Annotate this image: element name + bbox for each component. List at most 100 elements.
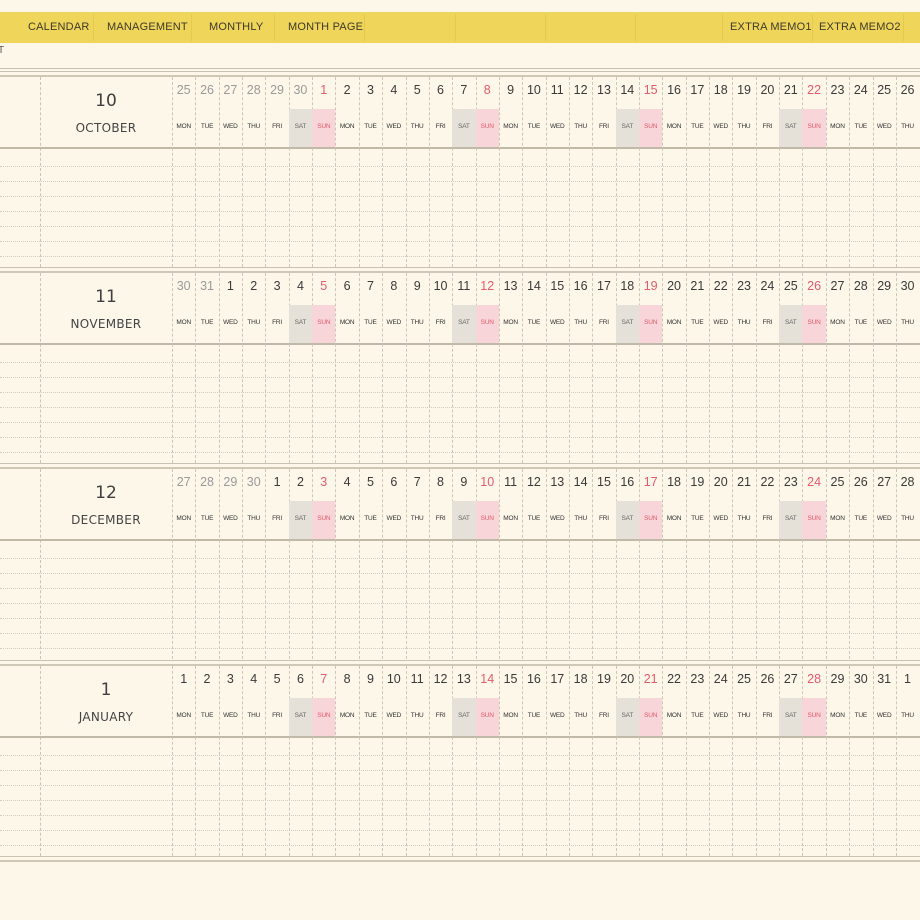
day-column[interactable]: 9 TUE	[358, 666, 382, 856]
day-column[interactable]: 3 SUN	[312, 469, 336, 659]
day-column[interactable]: 26 TUE	[849, 469, 872, 659]
day-column[interactable]: 16 TUE	[522, 666, 545, 856]
day-column[interactable]: 30 SAT	[288, 77, 313, 267]
day-column[interactable]: 6 SAT	[288, 666, 313, 856]
tab-monthly[interactable]: MONTHLY	[209, 12, 263, 43]
day-column[interactable]: 24 TUE	[849, 77, 872, 267]
day-column[interactable]: 2 SAT	[288, 469, 313, 659]
day-column[interactable]: 17 TUE	[685, 77, 709, 267]
day-column[interactable]: 8 SUN	[475, 77, 499, 267]
day-column[interactable]: 11 THU	[405, 666, 429, 856]
day-column[interactable]: 26 SUN	[802, 273, 826, 463]
day-column[interactable]: 12 THU	[568, 77, 592, 267]
day-column[interactable]: 14 SUN	[475, 666, 499, 856]
day-column[interactable]: 6 MON	[335, 273, 358, 463]
day-column[interactable]: 19 TUE	[685, 469, 709, 659]
day-column[interactable]: 28 SUN	[802, 666, 826, 856]
day-column[interactable]: 30 TUE	[849, 666, 872, 856]
day-column[interactable]: 1 FRI	[265, 469, 288, 659]
day-column[interactable]: 28 TUE	[195, 469, 218, 659]
day-column[interactable]: 22 MON	[662, 666, 685, 856]
day-column[interactable]: 29 MON	[825, 666, 849, 856]
day-column[interactable]: 18 MON	[662, 469, 685, 659]
day-column[interactable]: 21 SUN	[639, 666, 663, 856]
day-column[interactable]: 28 THU	[895, 469, 919, 659]
day-column[interactable]: 15 FRI	[592, 469, 615, 659]
day-column[interactable]: 13 FRI	[592, 77, 615, 267]
tab-calendar[interactable]: CALENDAR	[28, 12, 90, 43]
day-column[interactable]: 29 FRI	[265, 77, 288, 267]
day-column[interactable]: 25 MON	[825, 469, 849, 659]
day-column[interactable]: 19 SUN	[639, 273, 663, 463]
day-column[interactable]: 21 THU	[732, 469, 755, 659]
day-column[interactable]: 20 MON	[662, 273, 685, 463]
day-column[interactable]: 2 THU	[242, 273, 265, 463]
day-column[interactable]: 9 THU	[405, 273, 429, 463]
day-column[interactable]: 24 FRI	[755, 273, 779, 463]
day-column[interactable]: 19 FRI	[592, 666, 615, 856]
day-column[interactable]: 30 THU	[895, 273, 919, 463]
day-column[interactable]: 26 THU	[895, 77, 919, 267]
day-column[interactable]: 23 THU	[732, 273, 755, 463]
day-column[interactable]: 26 FRI	[755, 666, 779, 856]
day-column[interactable]: 15 WED	[545, 273, 569, 463]
day-column[interactable]: 30 THU	[242, 469, 265, 659]
day-column[interactable]: 25 WED	[872, 77, 896, 267]
tab-extra-memo1[interactable]: EXTRA MEMO1	[730, 12, 812, 43]
day-column[interactable]: 4 SAT	[288, 273, 313, 463]
day-column[interactable]: 14 THU	[568, 469, 592, 659]
day-column[interactable]: 28 TUE	[849, 273, 872, 463]
day-column[interactable]: 11 SAT	[452, 273, 476, 463]
day-column[interactable]: 13 SAT	[452, 666, 476, 856]
day-column[interactable]: 1 SUN	[312, 77, 336, 267]
day-column[interactable]: 13 WED	[545, 469, 569, 659]
day-column[interactable]: 16 MON	[662, 77, 685, 267]
day-column[interactable]: 4 WED	[382, 77, 405, 267]
day-column[interactable]: 17 WED	[545, 666, 569, 856]
day-column[interactable]: 12 TUE	[522, 469, 545, 659]
day-column[interactable]: 29 WED	[872, 273, 896, 463]
day-column[interactable]: 22 SUN	[802, 77, 826, 267]
day-column[interactable]: 24 SUN	[802, 469, 826, 659]
day-column[interactable]: 12 SUN	[475, 273, 499, 463]
day-column[interactable]: 16 THU	[568, 273, 592, 463]
day-column[interactable]: 1 MON	[172, 666, 195, 856]
day-column[interactable]: 27 MON	[825, 273, 849, 463]
day-column[interactable]: 4 MON	[335, 469, 358, 659]
day-column[interactable]: 1 WED	[218, 273, 242, 463]
day-column[interactable]: 4 THU	[242, 666, 265, 856]
day-column[interactable]: 28 THU	[242, 77, 265, 267]
day-column[interactable]: 10 SUN	[475, 469, 499, 659]
day-column[interactable]: 16 SAT	[615, 469, 639, 659]
day-column[interactable]: 18 WED	[709, 77, 732, 267]
day-column[interactable]: 23 SAT	[779, 469, 803, 659]
day-column[interactable]: 31 WED	[872, 666, 896, 856]
day-column[interactable]: 25 MON	[172, 77, 195, 267]
day-column[interactable]: 6 WED	[382, 469, 405, 659]
day-column[interactable]: 17 FRI	[592, 273, 615, 463]
day-column[interactable]: 10 FRI	[428, 273, 452, 463]
day-column[interactable]: 6 FRI	[428, 77, 452, 267]
day-column[interactable]: 5 SUN	[312, 273, 336, 463]
day-column[interactable]: 7 THU	[405, 469, 429, 659]
day-column[interactable]: 24 WED	[709, 666, 732, 856]
day-column[interactable]: 20 FRI	[755, 77, 779, 267]
day-column[interactable]: 11 WED	[545, 77, 569, 267]
day-column[interactable]: 19 THU	[732, 77, 755, 267]
day-column[interactable]: 25 THU	[732, 666, 755, 856]
day-column[interactable]: 3 TUE	[358, 77, 382, 267]
day-column[interactable]: 8 FRI	[428, 469, 452, 659]
day-column[interactable]: 23 MON	[825, 77, 849, 267]
day-column[interactable]: 27 MON	[172, 469, 195, 659]
day-column[interactable]: 10 WED	[382, 666, 405, 856]
day-column[interactable]: 14 TUE	[522, 273, 545, 463]
day-column[interactable]: 22 FRI	[755, 469, 779, 659]
day-column[interactable]: 2 TUE	[195, 666, 218, 856]
day-column[interactable]: 29 WED	[218, 469, 242, 659]
day-column[interactable]: 7 SAT	[452, 77, 476, 267]
day-column[interactable]: 21 TUE	[685, 273, 709, 463]
day-column[interactable]: 26 TUE	[195, 77, 218, 267]
day-column[interactable]: 5 FRI	[265, 666, 288, 856]
day-column[interactable]: 27 SAT	[779, 666, 803, 856]
day-column[interactable]: 20 SAT	[615, 666, 639, 856]
